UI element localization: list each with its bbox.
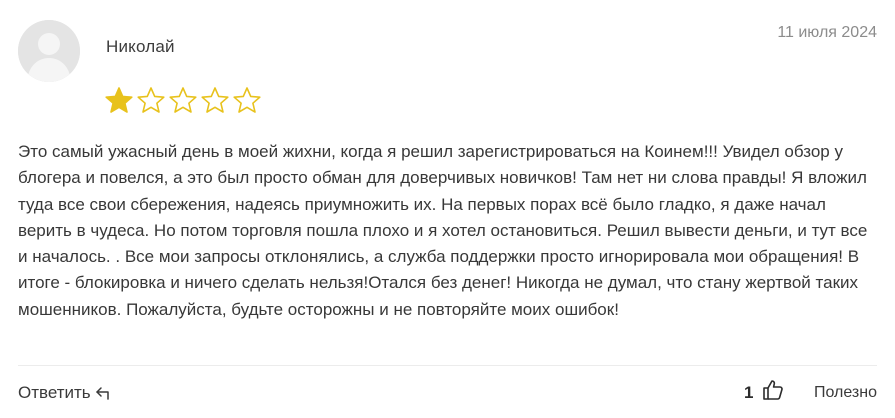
user-silhouette-icon — [18, 20, 80, 82]
reply-label: Ответить — [18, 383, 91, 402]
star-empty-icon — [137, 87, 165, 113]
reply-button[interactable]: Ответить — [18, 383, 113, 403]
author-name: Николай — [106, 37, 175, 56]
avatar — [18, 20, 80, 82]
star-rating — [104, 86, 262, 114]
thumbs-up-icon[interactable] — [761, 378, 785, 402]
star-empty-icon — [201, 87, 229, 113]
review-date: 11 июля 2024 — [777, 24, 877, 41]
likes-count: 1 — [744, 383, 754, 402]
star-empty-icon — [233, 87, 261, 113]
divider — [18, 365, 877, 366]
reply-arrow-icon — [95, 387, 109, 400]
helpful-button[interactable]: Полезно — [814, 384, 877, 402]
review-text: Это самый ужасный день в моей жихни, ког… — [18, 142, 868, 319]
star-filled-icon — [105, 87, 133, 113]
star-empty-icon — [169, 87, 197, 113]
